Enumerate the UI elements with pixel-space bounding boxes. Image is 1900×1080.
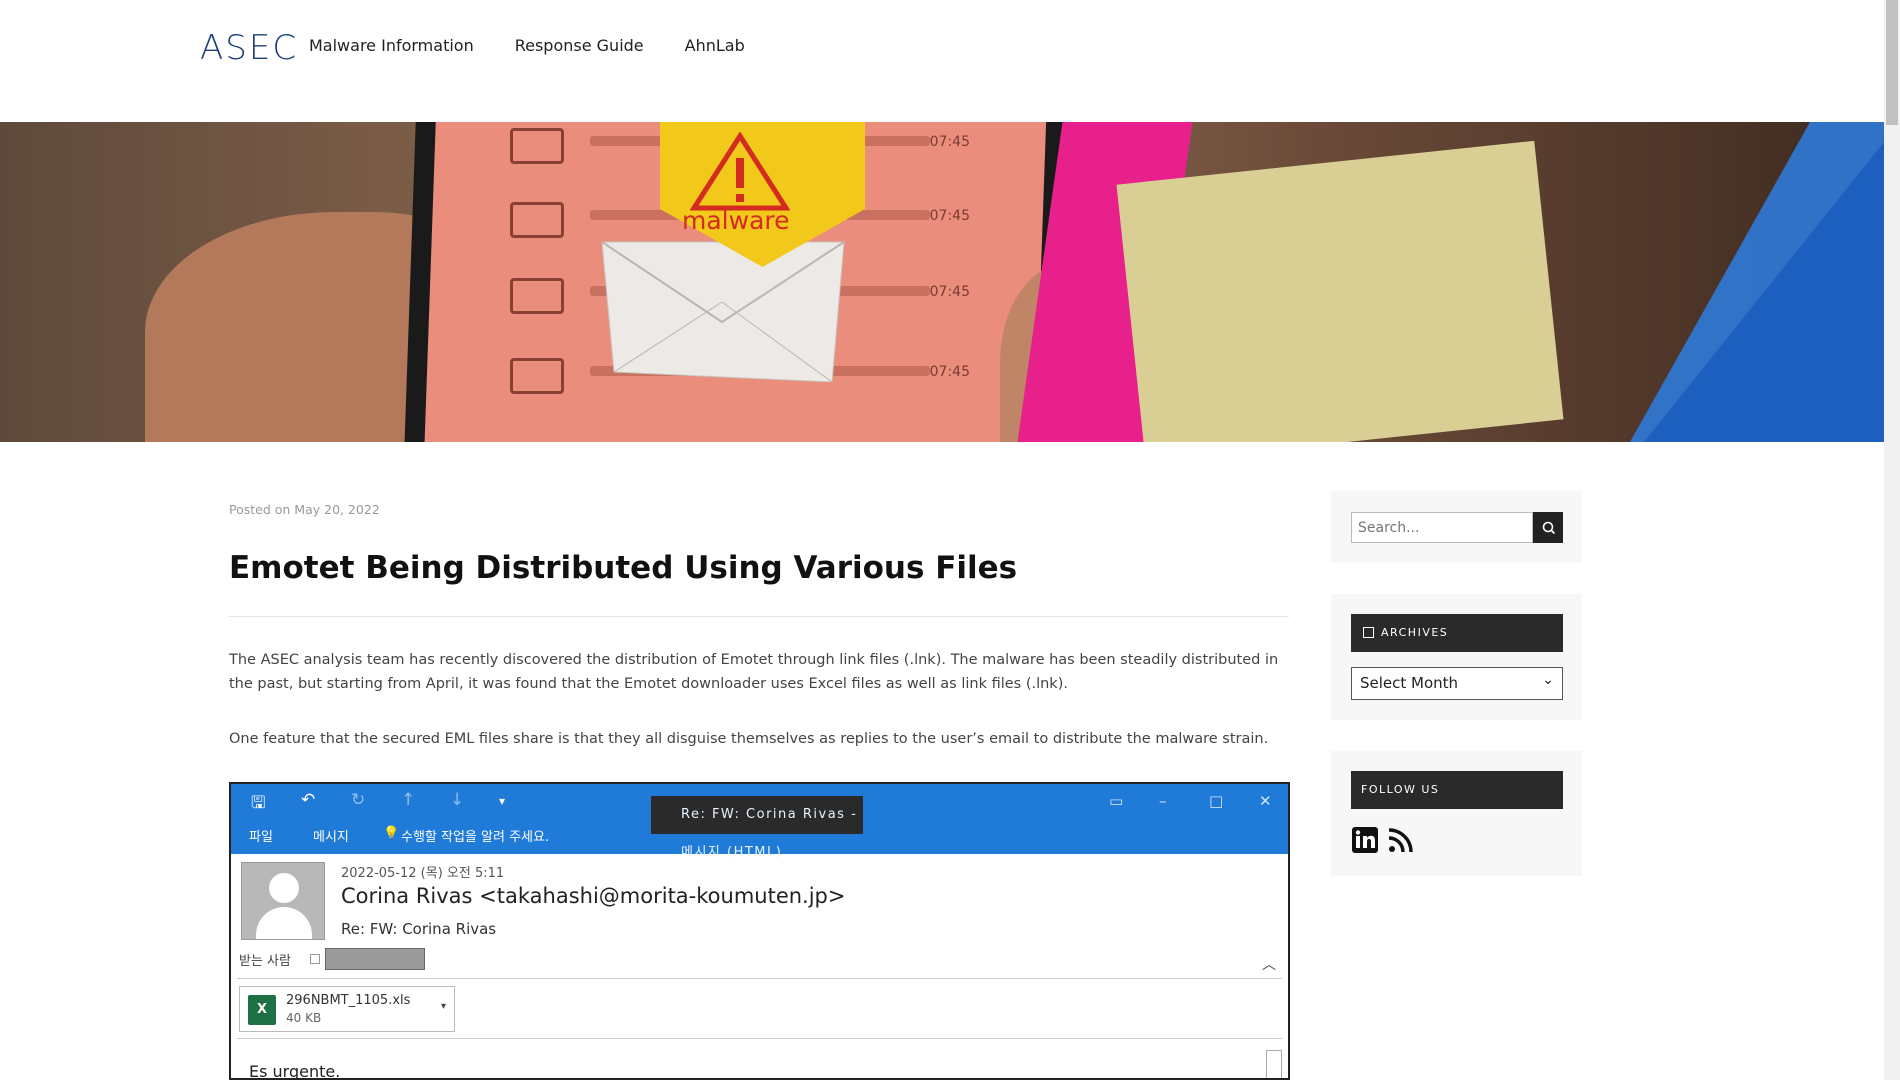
attachment-size: 40 KB: [286, 1011, 322, 1025]
attachment-name: 296NBMT_1105.xls: [286, 993, 411, 1008]
menu-message: 메시지: [313, 830, 349, 845]
tell-me-box: 수행할 작업을 알려 주세요.: [401, 830, 550, 845]
search-icon: [1542, 521, 1556, 535]
posted-date: Posted on May 20, 2022: [229, 502, 380, 517]
envelope-icon: [510, 278, 564, 314]
site-header: ASEC Malware Information Response Guide …: [0, 0, 1884, 122]
email-to-redacted: [325, 948, 425, 970]
nav-ahnlab[interactable]: AhnLab: [685, 36, 745, 55]
main-nav: Malware Information Response Guide AhnLa…: [309, 36, 786, 55]
email-to-label: 받는 사람: [239, 954, 291, 969]
follow-title: FOLLOW US: [1351, 771, 1563, 809]
redo-icon: ↻: [351, 790, 366, 810]
scrollbar-thumb[interactable]: [1886, 0, 1898, 125]
down-icon: ↓: [450, 790, 465, 810]
warning-icon: [690, 132, 790, 211]
minimize-icon: –: [1159, 792, 1167, 810]
article-paragraph: The ASEC analysis team has recently disc…: [229, 652, 1279, 692]
article-title: Emotet Being Distributed Using Various F…: [229, 550, 1018, 586]
envelope-icon: [510, 202, 564, 238]
archives-select[interactable]: Select Month ⌄: [1351, 667, 1563, 700]
title-divider: [229, 616, 1289, 617]
email-from: Corina Rivas <takahashi@morita-koumuten.…: [341, 884, 846, 908]
excel-icon: X: [248, 995, 276, 1025]
email-subject: Re: FW: Corina Rivas: [341, 920, 497, 938]
chevron-up-icon: ︿: [1262, 957, 1276, 973]
close-icon: ✕: [1259, 792, 1272, 810]
email-body: Es urgente.: [249, 1062, 341, 1080]
up-icon: ↑: [401, 790, 416, 810]
chevron-down-icon: ⌄: [1542, 672, 1554, 688]
email-scrollbar: [1266, 1050, 1282, 1078]
sender-avatar: [241, 862, 325, 940]
malware-label: malware: [682, 206, 790, 235]
follow-widget: FOLLOW US: [1331, 751, 1582, 876]
asec-logo[interactable]: ASEC: [200, 28, 298, 68]
linkedin-icon[interactable]: [1351, 826, 1379, 854]
customize-icon: ▾: [499, 794, 506, 808]
article-paragraph: One feature that the secured EML files s…: [229, 731, 1269, 747]
email-window-title: Re: FW: Corina Rivas - 메시지 (HTML): [651, 796, 863, 860]
nav-response-guide[interactable]: Response Guide: [515, 36, 644, 55]
envelope-icon: [510, 358, 564, 394]
checkbox-icon: [310, 954, 320, 964]
search-button[interactable]: [1533, 512, 1563, 543]
menu-file: 파일: [249, 830, 273, 845]
email-titlebar: 🖫 ↶ ↻ ↑ ↓ ▾ Re: FW: Corina Rivas - 메시지 (…: [231, 784, 1288, 860]
maximize-icon: □: [1209, 792, 1224, 810]
archives-title: ARCHIVES: [1351, 614, 1563, 652]
email-screenshot: 🖫 ↶ ↻ ↑ ↓ ▾ Re: FW: Corina Rivas - 메시지 (…: [229, 782, 1290, 1080]
email-attachment: X 296NBMT_1105.xls 40 KB ▾: [239, 986, 455, 1032]
archives-widget: ARCHIVES Select Month ⌄: [1331, 594, 1582, 720]
search-input[interactable]: [1351, 512, 1533, 543]
search-widget: [1331, 491, 1582, 563]
hero-banner-image: 07:45 07:45 07:45 07:45 malware: [0, 122, 1884, 442]
chevron-down-icon: ▾: [440, 1001, 446, 1012]
nav-malware-information[interactable]: Malware Information: [309, 36, 474, 55]
calendar-icon: [1363, 627, 1374, 638]
undo-icon: ↶: [301, 790, 316, 810]
save-icon: 🖫: [251, 793, 266, 813]
lightbulb-icon: 💡: [383, 826, 400, 841]
envelope-icon: [510, 128, 564, 164]
page-scrollbar[interactable]: [1884, 0, 1900, 1080]
ribbon-display-icon: ▭: [1109, 792, 1124, 810]
sticky-note: [1116, 140, 1564, 442]
rss-icon[interactable]: [1387, 826, 1415, 854]
email-date: 2022-05-12 (목) 오전 5:11: [341, 866, 505, 881]
